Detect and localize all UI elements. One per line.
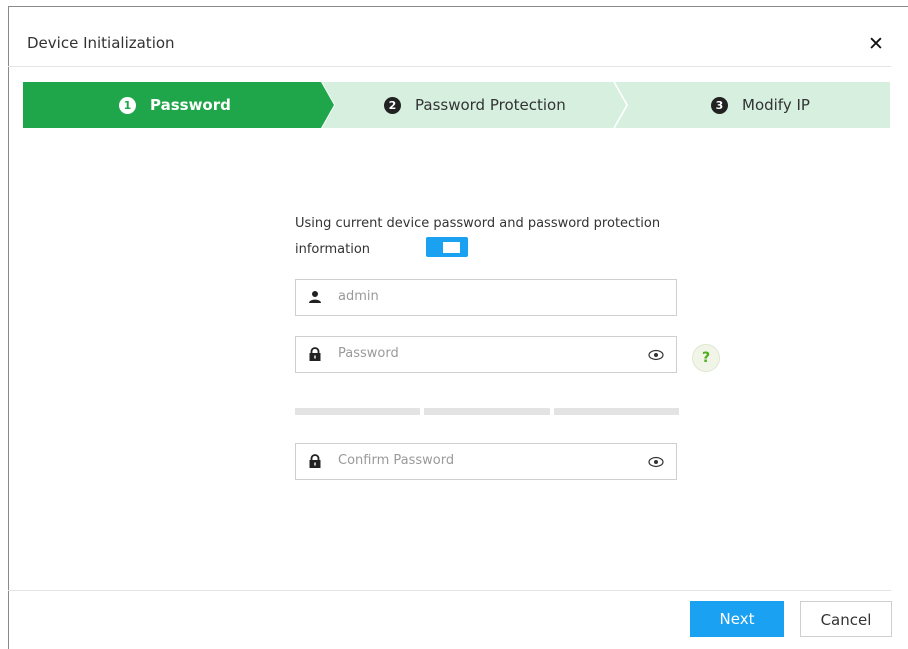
step-modify-ip: 3 Modify IP [711,82,810,128]
next-button[interactable]: Next [690,601,784,637]
eye-icon[interactable] [648,456,664,468]
password-help-icon[interactable]: ? [692,344,720,372]
step-3-number: 3 [711,96,728,114]
strength-bar-weak [295,408,420,415]
step-progress-bar: 1 Password 2 Password Protection 3 Modif… [23,82,890,128]
step-2-number: 2 [384,96,401,114]
step-password: 1 Password [119,82,231,128]
username-placeholder: admin [338,289,379,304]
strength-bar-medium [424,408,550,415]
close-icon[interactable]: ✕ [866,34,886,54]
lock-icon [309,454,321,468]
strength-bar-strong [554,408,679,415]
step-password-protection: 2 Password Protection [384,82,566,128]
password-placeholder: Password [338,346,399,361]
step-1-number: 1 [119,96,136,114]
step-2-label: Password Protection [415,96,566,114]
dialog-title: Device Initialization [27,34,175,52]
toggle-knob [443,242,460,253]
cancel-button[interactable]: Cancel [800,601,892,637]
footer-divider [8,590,891,591]
password-field[interactable]: Password [295,336,677,373]
confirm-password-field[interactable]: Confirm Password [295,443,677,480]
username-field[interactable]: admin [295,279,677,316]
step-3-label: Modify IP [742,96,810,114]
lock-icon [309,347,321,361]
title-divider [8,66,891,67]
step-1-label: Password [150,96,231,114]
use-current-password-label: Using current device password and passwo… [295,216,661,257]
eye-icon[interactable] [648,349,664,361]
confirm-password-placeholder: Confirm Password [338,453,455,468]
user-icon [309,291,321,303]
use-current-password-toggle[interactable] [426,237,468,257]
